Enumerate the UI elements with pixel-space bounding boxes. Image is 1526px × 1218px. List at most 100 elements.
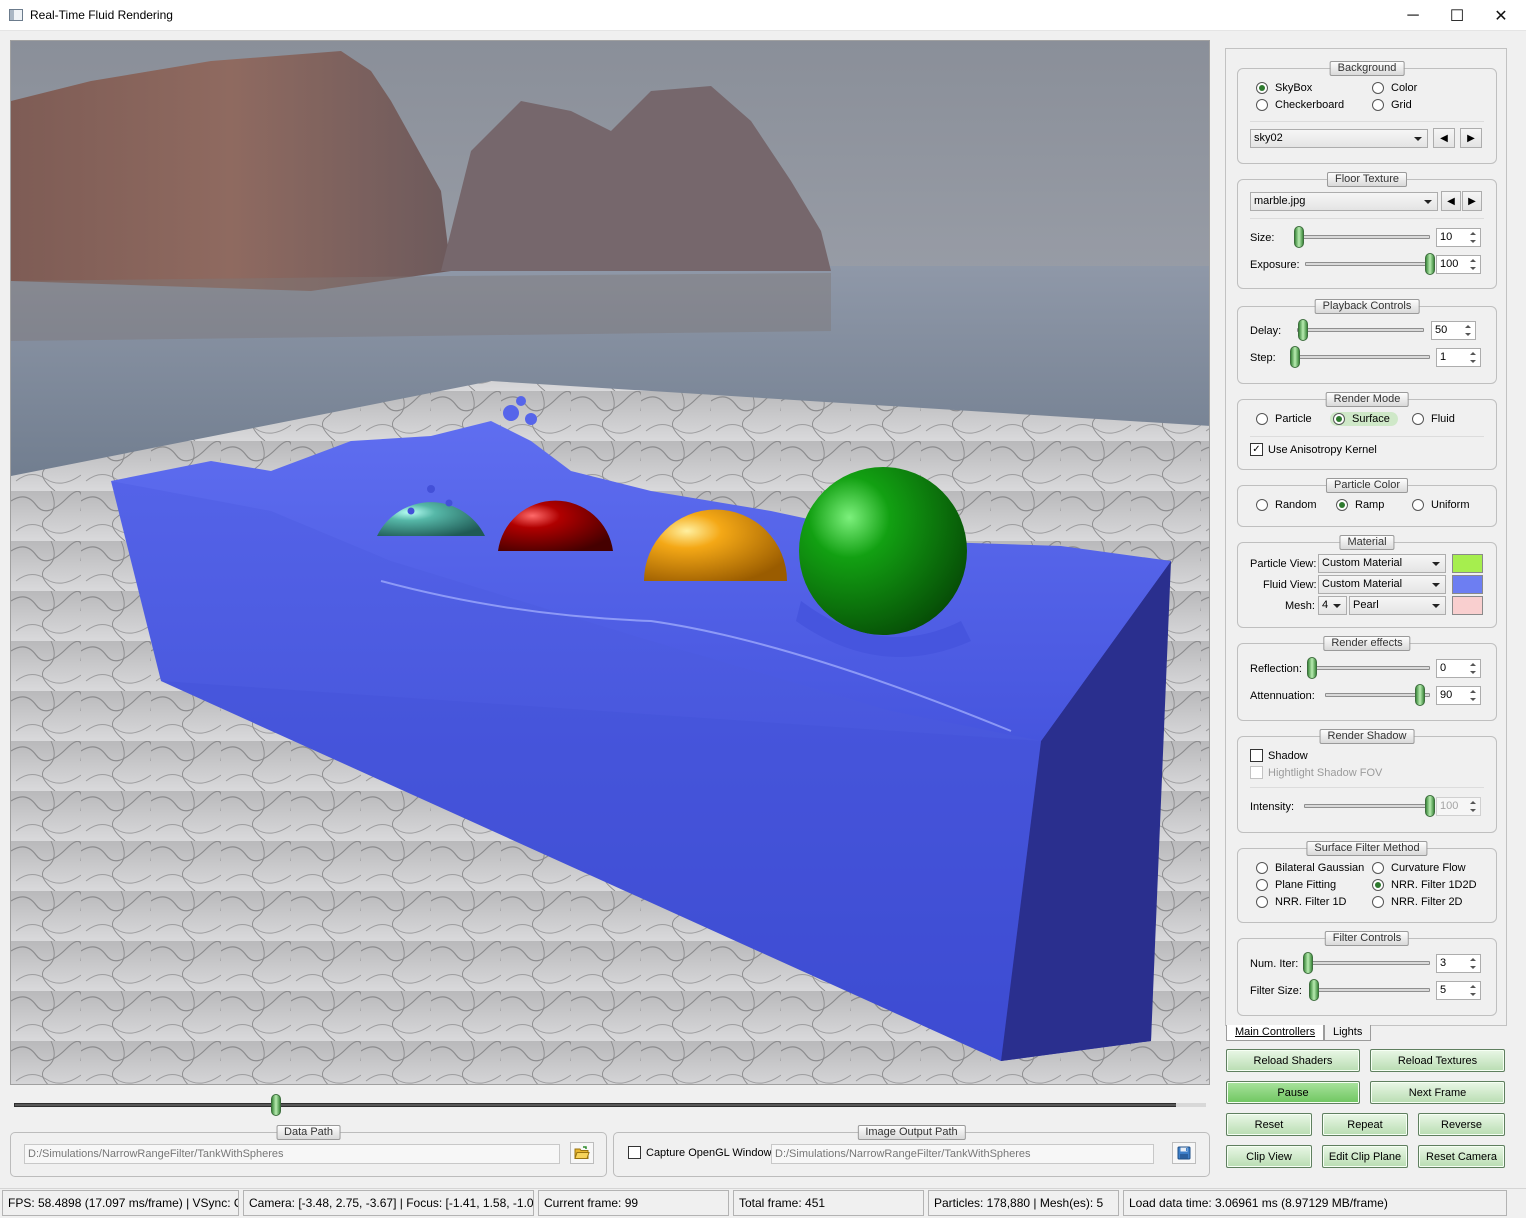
radio-nrr-1d[interactable]: NRR. Filter 1D [1256, 896, 1347, 908]
radio-uniform[interactable]: Uniform [1412, 499, 1470, 511]
reload-shaders-button[interactable]: Reload Shaders [1226, 1049, 1360, 1072]
radio-surface-dot[interactable] [1333, 413, 1345, 425]
radio-nrr-2d[interactable]: NRR. Filter 2D [1372, 896, 1463, 908]
reverse-button[interactable]: Reverse [1418, 1113, 1505, 1136]
radio-grid-dot[interactable] [1372, 99, 1384, 111]
radio-fluid-dot[interactable] [1412, 413, 1424, 425]
delay-slider[interactable] [1297, 319, 1424, 341]
close-button[interactable]: ✕ [1478, 0, 1524, 31]
radio-fluid[interactable]: Fluid [1412, 413, 1455, 425]
floor-texture-select[interactable]: marble.jpg [1250, 192, 1438, 211]
radio-skybox-dot[interactable] [1256, 82, 1268, 94]
radio-nrr-1d2d-dot[interactable] [1372, 879, 1384, 891]
radio-curvature-flow[interactable]: Curvature Flow [1372, 862, 1466, 874]
tab-lights[interactable]: Lights [1324, 1025, 1372, 1041]
radio-plane-fitting[interactable]: Plane Fitting [1256, 879, 1336, 891]
reset-button[interactable]: Reset [1226, 1113, 1312, 1136]
anisotropy-checkbox[interactable]: ✓ Use Anisotropy Kernel [1250, 443, 1377, 456]
floor-exposure-slider[interactable] [1305, 253, 1435, 275]
frame-timeline-slider[interactable] [14, 1094, 1206, 1116]
anisotropy-box[interactable]: ✓ [1250, 443, 1263, 456]
skybox-next-button[interactable]: ▶ [1460, 128, 1482, 148]
radio-particle[interactable]: Particle [1256, 413, 1312, 425]
radio-plane-fitting-dot[interactable] [1256, 879, 1268, 891]
reflection-slider[interactable] [1307, 657, 1430, 679]
radio-checkerboard-dot[interactable] [1256, 99, 1268, 111]
radio-nrr-2d-dot[interactable] [1372, 896, 1384, 908]
intensity-slider[interactable] [1304, 795, 1435, 817]
timeline-handle[interactable] [271, 1094, 282, 1116]
radio-grid[interactable]: Grid [1372, 99, 1412, 111]
data-path-field[interactable]: D:/Simulations/NarrowRangeFilter/TankWit… [24, 1144, 560, 1164]
floor-exposure-handle[interactable] [1425, 253, 1435, 275]
shadow-box[interactable] [1250, 749, 1263, 762]
minimize-button[interactable]: ─ [1390, 0, 1436, 31]
delay-handle[interactable] [1298, 319, 1309, 341]
radio-skybox[interactable]: SkyBox [1256, 82, 1312, 94]
skybox-select[interactable]: sky02 [1250, 129, 1428, 148]
delay-spinbox[interactable]: 50 [1431, 321, 1476, 340]
step-handle[interactable] [1290, 346, 1300, 368]
capture-opengl-checkbox[interactable]: Capture OpenGL Window [628, 1146, 772, 1159]
particle-view-select[interactable]: Custom Material [1318, 554, 1446, 573]
edit-clip-plane-button[interactable]: Edit Clip Plane [1322, 1145, 1408, 1168]
shadow-checkbox[interactable]: Shadow [1250, 749, 1308, 762]
browse-data-button[interactable] [570, 1142, 594, 1164]
floor-exposure-spinbox[interactable]: 100 [1436, 255, 1481, 274]
radio-curvature-flow-dot[interactable] [1372, 862, 1384, 874]
radio-uniform-dot[interactable] [1412, 499, 1424, 511]
radio-bilateral-gaussian[interactable]: Bilateral Gaussian [1256, 862, 1364, 874]
floor-prev-button[interactable]: ◀ [1441, 191, 1461, 211]
step-spinbox[interactable]: 1 [1436, 348, 1481, 367]
mesh-material-select[interactable]: Pearl [1349, 596, 1446, 615]
fluid-color-swatch[interactable] [1452, 575, 1483, 594]
next-frame-button[interactable]: Next Frame [1370, 1081, 1505, 1104]
intensity-handle[interactable] [1425, 795, 1435, 817]
num-iter-handle[interactable] [1302, 952, 1313, 974]
filter-size-slider[interactable] [1308, 979, 1430, 1001]
pause-button[interactable]: Pause [1226, 1081, 1360, 1104]
maximize-button[interactable]: ☐ [1434, 0, 1480, 31]
attenuation-spinbox[interactable]: 90 [1436, 686, 1481, 705]
radio-nrr-1d-dot[interactable] [1256, 896, 1268, 908]
capture-opengl-box[interactable] [628, 1146, 641, 1159]
filter-size-handle[interactable] [1308, 979, 1319, 1001]
radio-color[interactable]: Color [1372, 82, 1417, 94]
radio-checkerboard[interactable]: Checkerboard [1256, 99, 1344, 111]
floor-size-handle[interactable] [1294, 226, 1305, 248]
particle-color-swatch[interactable] [1452, 554, 1483, 573]
floor-size-spinbox[interactable]: 10 [1436, 228, 1481, 247]
radio-random-dot[interactable] [1256, 499, 1268, 511]
reflection-spinbox[interactable]: 0 [1436, 659, 1481, 678]
image-output-field[interactable]: D:/Simulations/NarrowRangeFilter/TankWit… [771, 1144, 1154, 1164]
mesh-index-select[interactable]: 4 [1318, 596, 1347, 615]
step-slider[interactable] [1290, 346, 1430, 368]
reload-textures-button[interactable]: Reload Textures [1370, 1049, 1505, 1072]
radio-particle-dot[interactable] [1256, 413, 1268, 425]
mesh-color-swatch[interactable] [1452, 596, 1483, 615]
reset-camera-button[interactable]: Reset Camera [1418, 1145, 1505, 1168]
skybox-prev-button[interactable]: ◀ [1433, 128, 1455, 148]
floor-size-slider[interactable] [1294, 226, 1430, 248]
radio-ramp-dot[interactable] [1336, 499, 1348, 511]
clip-view-button[interactable]: Clip View [1226, 1145, 1312, 1168]
radio-surface[interactable]: Surface [1330, 412, 1398, 426]
reflection-handle[interactable] [1307, 657, 1317, 679]
filter-size-spinbox[interactable]: 5 [1436, 981, 1481, 1000]
num-iter-slider[interactable] [1302, 952, 1430, 974]
render-shadow-separator [1250, 787, 1484, 788]
radio-random[interactable]: Random [1256, 499, 1317, 511]
radio-nrr-1d2d[interactable]: NRR. Filter 1D2D [1372, 879, 1477, 891]
radio-bilateral-gaussian-dot[interactable] [1256, 862, 1268, 874]
radio-color-dot[interactable] [1372, 82, 1384, 94]
repeat-button[interactable]: Repeat [1322, 1113, 1408, 1136]
attenuation-handle[interactable] [1414, 684, 1425, 706]
floor-next-button[interactable]: ▶ [1462, 191, 1482, 211]
fluid-view-select[interactable]: Custom Material [1318, 575, 1446, 594]
save-output-button[interactable] [1172, 1142, 1196, 1164]
radio-ramp[interactable]: Ramp [1336, 499, 1384, 511]
tab-main-controllers[interactable]: Main Controllers [1226, 1025, 1325, 1041]
opengl-viewport[interactable] [10, 40, 1210, 1085]
attenuation-slider[interactable] [1325, 684, 1430, 706]
num-iter-spinbox[interactable]: 3 [1436, 954, 1481, 973]
